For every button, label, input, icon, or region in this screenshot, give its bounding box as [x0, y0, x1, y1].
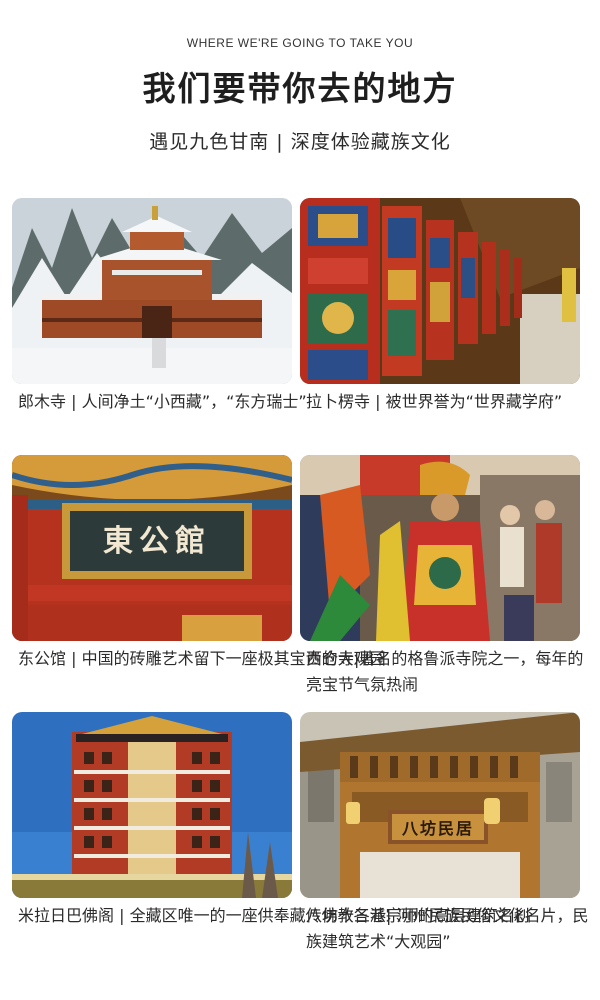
- bafang-street-photo: 八坊民居: [300, 712, 580, 898]
- donggongguan-photo: 東公館: [12, 455, 292, 641]
- page-title: 我们要带你去的地方: [142, 69, 458, 108]
- xicang-caption: 西仓寺|著名的格鲁派寺院之一，每年的亮宝节气氛热闹: [306, 649, 584, 694]
- page-subtitle: 遇见九色甘南 | 深度体验藏族文化: [149, 131, 451, 153]
- xicang-festival-photo: [300, 455, 580, 641]
- destination-card-bafang[interactable]: 八坊民居 八坊十三巷| 河州民族民俗文化名片，民族建筑艺术“大观园”: [300, 712, 600, 955]
- eyebrow-text: WHERE WE'RE GOING TO TAKE YOU: [186, 36, 414, 50]
- langmu-caption: 郎木寺 | 人间净土“小西藏”，“东方瑞士”: [18, 392, 307, 411]
- bafang-sign-text: 八坊民居: [401, 819, 474, 838]
- donggongguan-sign-text: 東公館: [103, 524, 211, 559]
- destination-card-langmu[interactable]: 郎木寺 | 人间净土“小西藏”，“东方瑞士”: [12, 198, 309, 415]
- destination-card-labrang[interactable]: 拉卜楞寺 | 被世界誉为“世界藏学府”: [300, 198, 580, 415]
- destination-card-xicang[interactable]: 西仓寺|著名的格鲁派寺院之一，每年的亮宝节气氛热闹: [300, 455, 600, 698]
- bafang-caption: 八坊十三巷| 河州民族民俗文化名片，民族建筑艺术“大观园”: [306, 906, 589, 951]
- page: WHERE WE'RE GOING TO TAKE YOU 我们要带你去的地方 …: [0, 0, 600, 1000]
- labrang-prayer-wheels-photo: [300, 198, 580, 384]
- milarepa-pavilion-photo: [12, 712, 292, 898]
- langmu-temple-photo: [12, 198, 292, 384]
- labrang-caption: 拉卜楞寺 | 被世界誉为“世界藏学府”: [306, 392, 563, 411]
